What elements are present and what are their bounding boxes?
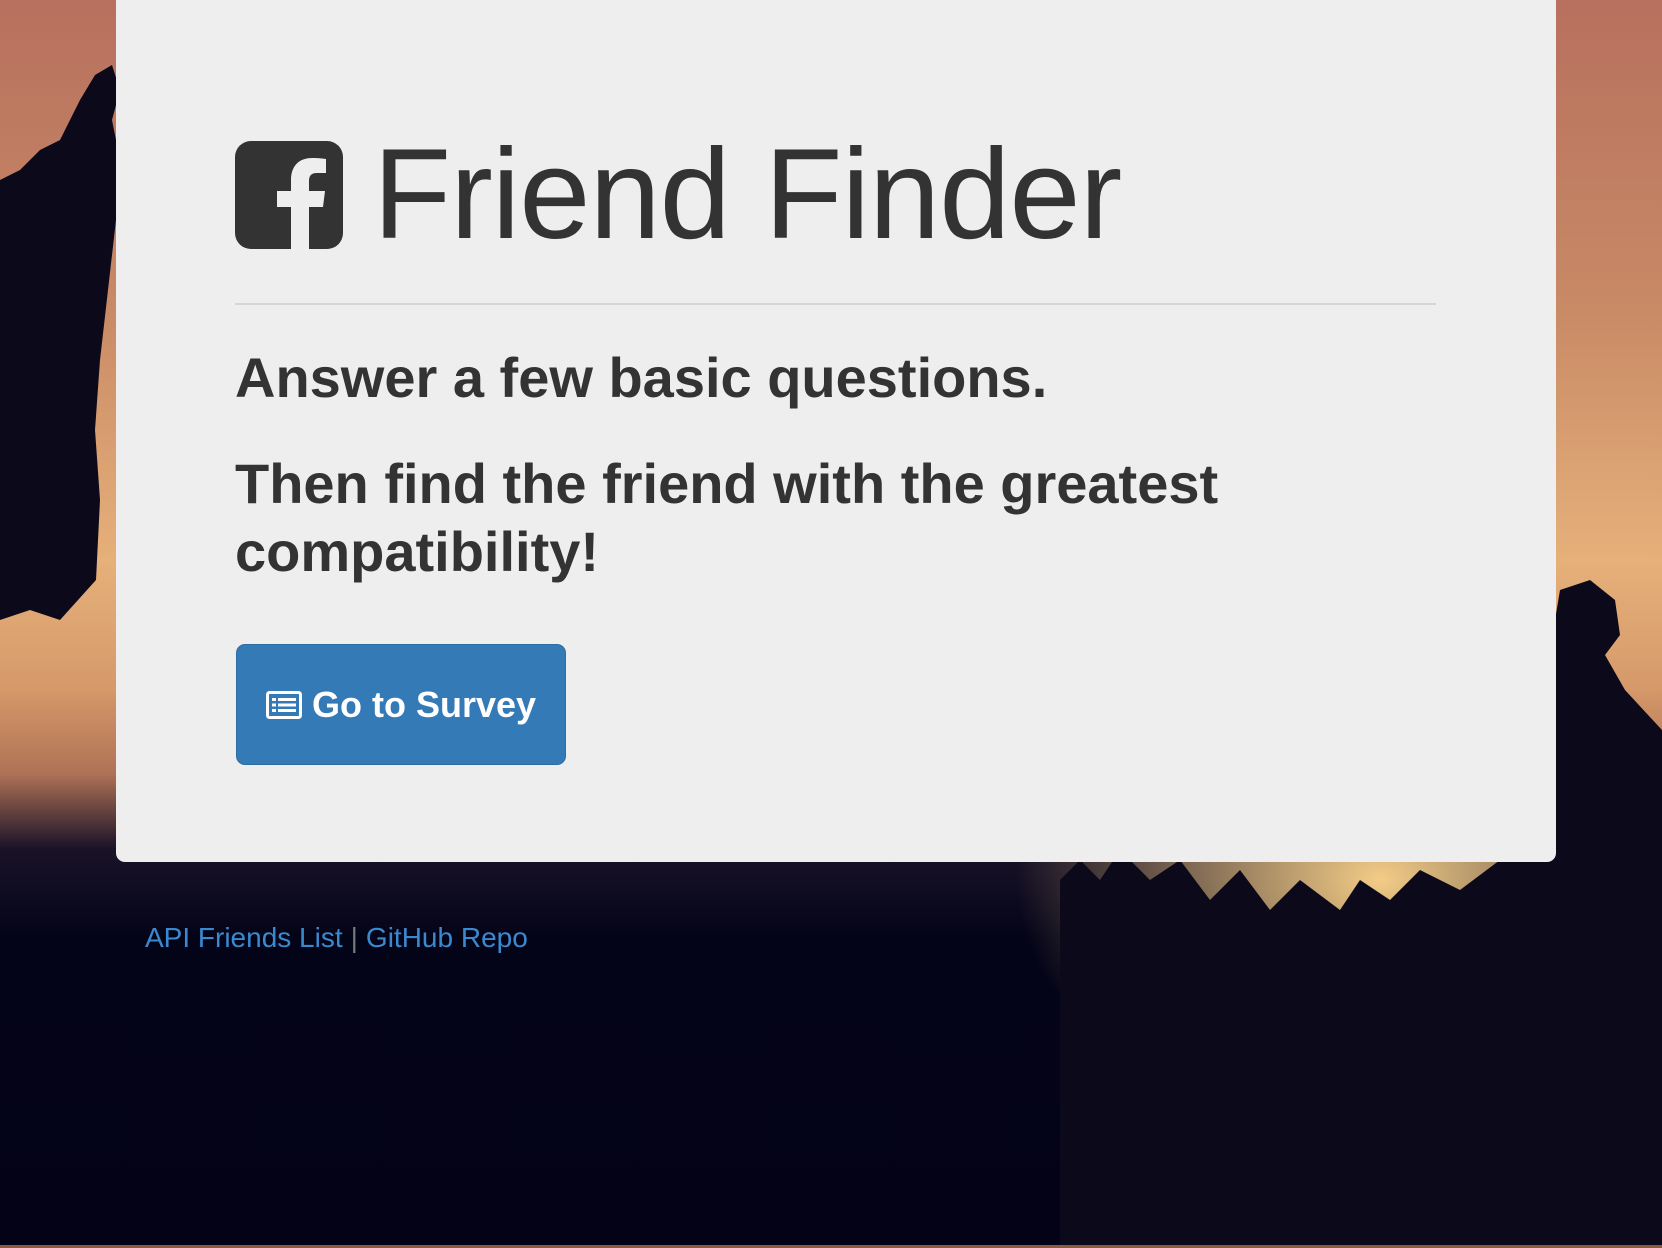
list-alt-icon — [265, 690, 302, 719]
footer-links: API Friends List | GitHub Repo — [145, 922, 528, 954]
api-friends-list-link[interactable]: API Friends List — [145, 922, 343, 954]
footer-separator: | — [350, 922, 358, 953]
facebook-square-icon — [235, 141, 343, 249]
page-title: Friend Finder — [373, 123, 1122, 266]
lead-text-1: Answer a few basic questions. — [235, 346, 1048, 409]
go-to-survey-label: Go to Survey — [311, 683, 537, 725]
lead-text-2: Then find the friend with the greatest c… — [235, 452, 1219, 583]
page-header: Friend Finder — [235, 131, 1122, 259]
github-repo-link[interactable]: GitHub Repo — [366, 922, 528, 954]
go-to-survey-button[interactable]: Go to Survey — [236, 644, 566, 765]
header-divider — [235, 303, 1436, 305]
